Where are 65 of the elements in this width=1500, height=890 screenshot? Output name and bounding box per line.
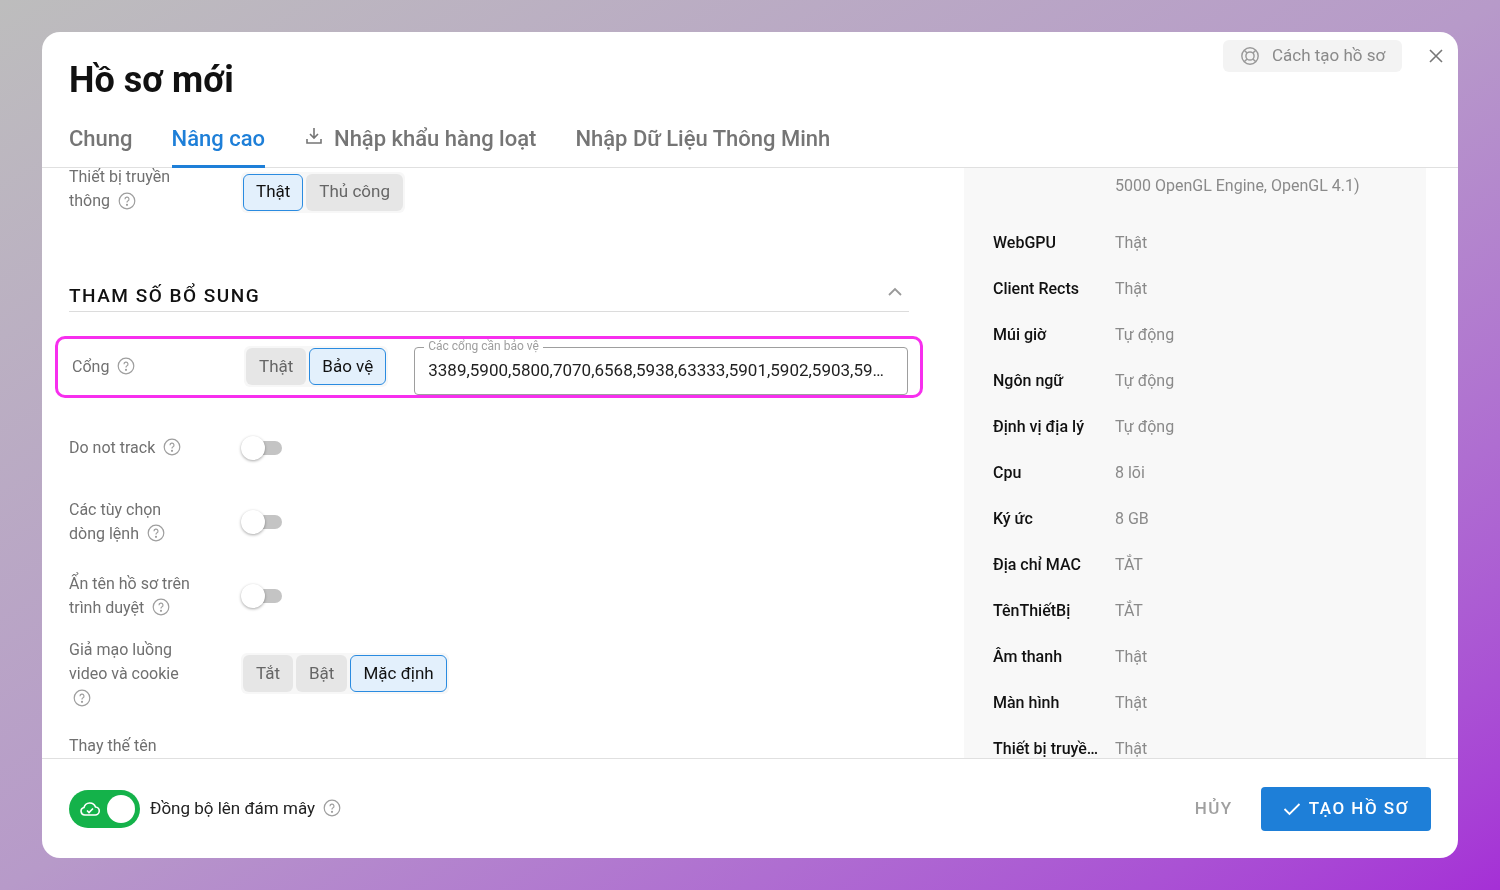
summary-key: Múi giờ [993, 323, 1115, 347]
tab[interactable]: Nhập khẩu hàng loạt [304, 116, 537, 168]
summary-key: Âm thanh [993, 645, 1115, 669]
help-icon[interactable] [152, 598, 171, 617]
cloud-icon [79, 799, 101, 818]
help-icon[interactable] [146, 524, 165, 543]
help-button[interactable]: Cách tạo hồ sơ [1223, 40, 1403, 72]
summary-key: Cpu [993, 461, 1115, 485]
summary-value: 8 GB [1115, 508, 1149, 530]
summary-value: Tự động [1115, 370, 1175, 392]
setting-label: Ẩn tên hồ sơ trên trình duyệt [69, 571, 191, 619]
summary-value: TẮT [1115, 599, 1143, 622]
summary-key: Địa chỉ MAC [993, 553, 1115, 577]
summary-key: Ngôn ngữ [993, 369, 1115, 393]
section-title: THAM SỐ BỔ SUNG [69, 282, 261, 309]
summary-value: TẮT [1115, 553, 1143, 576]
segment-button[interactable]: Bật [296, 655, 348, 693]
segment-button[interactable]: Tắt [243, 655, 293, 693]
segment-button[interactable]: Thật [243, 173, 304, 211]
summary-value: 8 lõi [1115, 462, 1145, 484]
setting-label: Cổng [72, 354, 202, 379]
sync-label: Đồng bộ lên đám mây [150, 795, 342, 822]
field-value: 3389,5900,5800,7070,6568,5938,63333,5901,5902,5903,59… [428, 358, 884, 382]
summary-key: Client Rects [993, 277, 1115, 301]
setting-label: Do not track [69, 435, 199, 460]
summary-value: 5000 OpenGL Engine, OpenGL 4.1) [1115, 175, 1360, 197]
segment-button[interactable]: Thủ công [306, 173, 403, 211]
summary-value: Thật [1115, 646, 1148, 668]
help-icon[interactable] [117, 191, 136, 210]
cancel-button[interactable]: HỦY [1184, 786, 1243, 831]
collapse-icon[interactable] [887, 286, 903, 298]
create-profile-button[interactable]: TẠO HỒ SƠ [1260, 786, 1431, 831]
summary-value: Thật [1115, 278, 1148, 300]
summary-key: WebGPU [993, 231, 1115, 255]
summary-key: Thiết bị truyề… [993, 737, 1115, 758]
lifebuoy-icon [1240, 46, 1260, 66]
segment-button[interactable]: Mặc định [350, 655, 447, 693]
summary-value: Thật [1115, 692, 1148, 714]
summary-value: Thật [1115, 232, 1148, 254]
summary-value: Thật [1115, 738, 1148, 758]
check-icon [1282, 801, 1301, 816]
summary-key: Ký ức [993, 507, 1115, 531]
segment-button[interactable]: Bảo vệ [309, 348, 387, 385]
help-icon[interactable] [163, 438, 182, 457]
help-icon[interactable] [73, 688, 91, 707]
summary-key: Màn hình [993, 691, 1115, 715]
summary-value: Tự động [1115, 416, 1175, 438]
summary-key: TênThiếtBị [993, 599, 1115, 623]
download-icon [304, 126, 325, 146]
field-label: Các cổng cần bảo vệ [424, 338, 543, 353]
summary-value: Tự động [1115, 324, 1175, 346]
help-icon[interactable] [117, 357, 136, 376]
setting-label: Giả mạo luồng video và cookie [69, 637, 199, 710]
sync-toggle[interactable] [69, 789, 140, 828]
setting-label: Thiết bị truyền thông [69, 168, 172, 212]
tab[interactable]: Chung [69, 116, 133, 168]
close-button[interactable] [1428, 48, 1444, 64]
tab[interactable]: Nâng cao [171, 116, 266, 168]
summary-key: Định vị địa lý [993, 415, 1115, 439]
setting-label: Các tùy chọn dòng lệnh [69, 497, 199, 546]
dialog-title: Hồ sơ mới [69, 62, 234, 98]
segment-button[interactable]: Thật [246, 348, 307, 385]
tab[interactable]: Nhập Dữ Liệu Thông Minh [575, 116, 831, 168]
help-icon[interactable] [323, 799, 342, 818]
setting-label: Thay thế tên [69, 735, 158, 757]
